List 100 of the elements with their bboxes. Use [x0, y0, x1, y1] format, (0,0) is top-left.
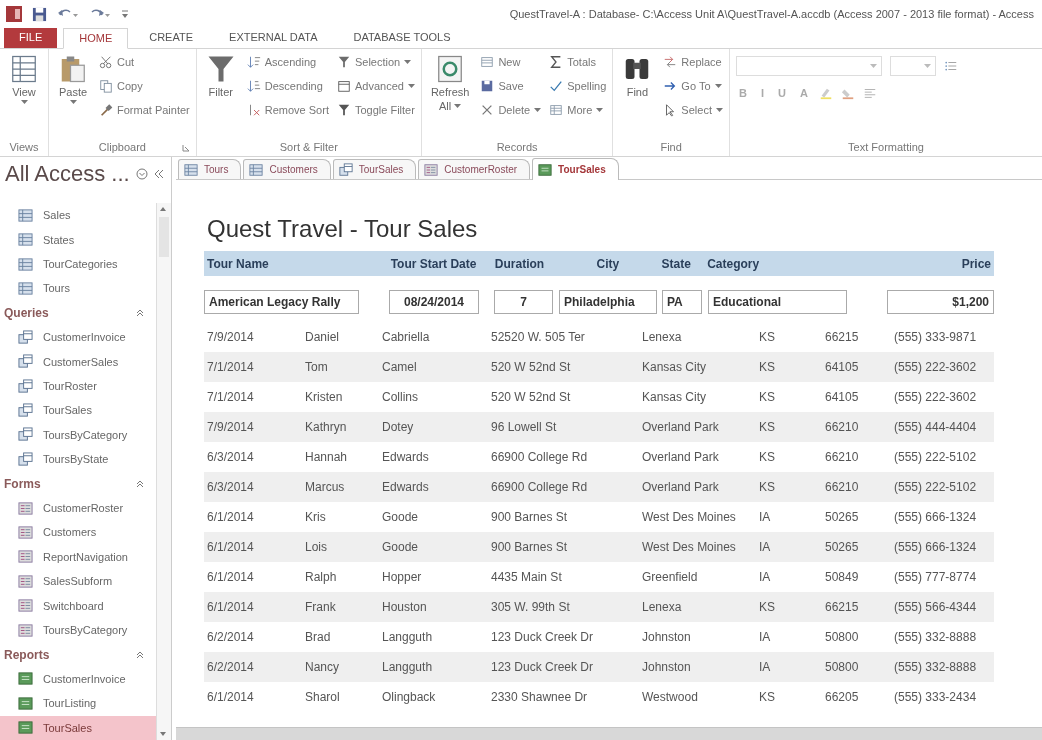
nav-item[interactable]: CustomerInvoice	[0, 325, 156, 350]
table-cell-text: KS	[759, 360, 776, 374]
table-cell-text: Collins	[382, 390, 419, 404]
table-cell-text: (555) 666-1324	[894, 510, 978, 524]
save-icon[interactable]	[32, 6, 47, 22]
document-tab[interactable]: TourSales	[332, 159, 417, 179]
nav-item[interactable]: ReportNavigation	[0, 544, 156, 570]
highlighter-icon	[818, 86, 833, 100]
nav-item[interactable]: Sales	[0, 203, 156, 228]
customize-icon[interactable]	[121, 9, 129, 19]
nav-item[interactable]: ToursByState	[0, 447, 156, 472]
table-icon	[184, 162, 198, 177]
nav-item[interactable]: ToursByCategory	[0, 422, 156, 448]
save-icon	[480, 79, 495, 93]
app-logo[interactable]	[6, 6, 22, 22]
ribbon-button[interactable]: Remove Sort	[246, 100, 329, 120]
pane-title[interactable]: All Access ...	[5, 161, 130, 187]
ribbon-button[interactable]: Ascending	[246, 52, 329, 72]
ribbon-button[interactable]: Toggle Filter	[336, 100, 415, 120]
menu-dropdown-icon[interactable]	[135, 168, 148, 180]
table-cell-text: KS	[759, 420, 776, 434]
document-tab[interactable]: Customers	[243, 159, 331, 179]
ribbon-button[interactable]: Advanced	[336, 76, 415, 96]
ribbon-tab[interactable]: CREATE	[134, 28, 209, 48]
scrollbar[interactable]	[156, 203, 171, 740]
ribbon-button[interactable]: Selection	[336, 52, 415, 72]
group-label: Sort & Filter	[279, 141, 338, 153]
nav-item[interactable]: TourListing	[0, 691, 156, 716]
table-cell-text: 66215	[825, 330, 860, 344]
ribbon-button[interactable]: More	[549, 100, 607, 120]
table-cell-text: KS	[759, 330, 776, 344]
nav-item[interactable]: TourSales	[0, 715, 156, 740]
nav-item[interactable]: CustomerInvoice	[0, 666, 156, 692]
document-tab[interactable]: TourSales	[532, 158, 619, 180]
ribbon-button[interactable]: Find	[619, 52, 656, 100]
ribbon-button[interactable]: Go To	[663, 76, 723, 96]
filter-form-icon	[336, 79, 351, 93]
ribbon-tab[interactable]: HOME	[63, 28, 129, 49]
nav-item[interactable]: Customers	[0, 520, 156, 545]
nav-item[interactable]: Tours	[0, 276, 156, 301]
ribbon-button[interactable]: New	[480, 52, 542, 72]
table-cell-text: Kristen	[305, 390, 344, 404]
document-tab[interactable]: Tours	[178, 159, 242, 179]
nav-group-header[interactable]: Queries	[0, 300, 156, 326]
format-button[interactable]	[943, 59, 958, 73]
table-cell-text: West Des Moines	[642, 510, 737, 524]
dialog-launcher-icon[interactable]	[181, 144, 190, 152]
ribbon-button[interactable]: Refresh All	[427, 52, 473, 114]
ribbon-button[interactable]: Filter	[202, 52, 239, 100]
table-cell-text: (555) 222-3602	[894, 360, 978, 374]
ribbon-button[interactable]: Format Painter	[99, 100, 190, 120]
table-cell-text: IA	[759, 540, 772, 554]
nav-group-header[interactable]: Reports	[0, 642, 156, 667]
table-cell-text: (555) 777-8774	[894, 570, 978, 584]
table-cell-text: 900 Barnes St	[491, 540, 569, 554]
ribbon-button[interactable]: Descending	[246, 76, 329, 96]
ribbon-button[interactable]: Select	[663, 100, 723, 120]
group-label: Views	[9, 141, 39, 153]
ribbon-button[interactable]: Copy	[99, 76, 190, 96]
table-cell-text: 305 W. 99th St	[491, 600, 571, 614]
nav-item[interactable]: States	[0, 227, 156, 252]
table-cell-text: 50265	[825, 540, 860, 554]
ribbon-button[interactable]: Paste	[55, 52, 91, 106]
nav-item[interactable]: Switchboard	[0, 593, 156, 618]
table-icon	[18, 207, 33, 223]
query-icon	[18, 427, 33, 443]
ribbon-button[interactable]: Cut	[99, 52, 190, 72]
table-cell-text: Brad	[305, 630, 332, 644]
nav-item[interactable]: TourRoster	[0, 373, 156, 399]
nav-item[interactable]: ToursByCategory	[0, 617, 156, 643]
ribbon-button[interactable]: View	[6, 52, 42, 106]
nav-item[interactable]: TourSales	[0, 398, 156, 423]
ribbon-button[interactable]: Save	[480, 76, 542, 96]
form-icon	[18, 500, 33, 516]
ribbon-button[interactable]: Spelling	[549, 76, 607, 96]
ribbon-button[interactable]: Replace	[663, 52, 723, 72]
file-tab[interactable]: FILE	[4, 28, 58, 48]
arrow-icon	[663, 79, 678, 93]
collapse-pane-icon[interactable]	[153, 169, 164, 179]
replace-icon	[663, 55, 678, 69]
table-cell-text: Overland Park	[642, 420, 720, 434]
column-header: City	[595, 256, 621, 271]
nav-group-header[interactable]: Forms	[0, 471, 156, 496]
document-tab[interactable]: CustomerRoster	[418, 159, 531, 179]
table-cell-text: West Des Moines	[642, 540, 737, 554]
ribbon-tab[interactable]: DATABASE TOOLS	[338, 28, 466, 48]
table-cell-text: Camel	[382, 360, 418, 374]
ribbon-button[interactable]: Delete	[480, 100, 542, 120]
scrollbar[interactable]	[176, 727, 1042, 740]
ribbon-button[interactable]: Totals	[549, 52, 607, 72]
nav-item[interactable]: CustomerRoster	[0, 495, 156, 521]
format-button[interactable]	[862, 86, 877, 100]
format-button[interactable]	[818, 86, 833, 100]
table-cell-text: 6/2/2014	[207, 660, 255, 674]
nav-item[interactable]: SalesSubform	[0, 569, 156, 594]
ribbon-tab[interactable]: EXTERNAL DATA	[214, 28, 333, 48]
nav-item[interactable]: TourCategories	[0, 251, 156, 277]
nav-item[interactable]: CustomerSales	[0, 349, 156, 374]
table-cell-text: Edwards	[382, 480, 430, 494]
table-cell-text: KS	[759, 690, 776, 704]
